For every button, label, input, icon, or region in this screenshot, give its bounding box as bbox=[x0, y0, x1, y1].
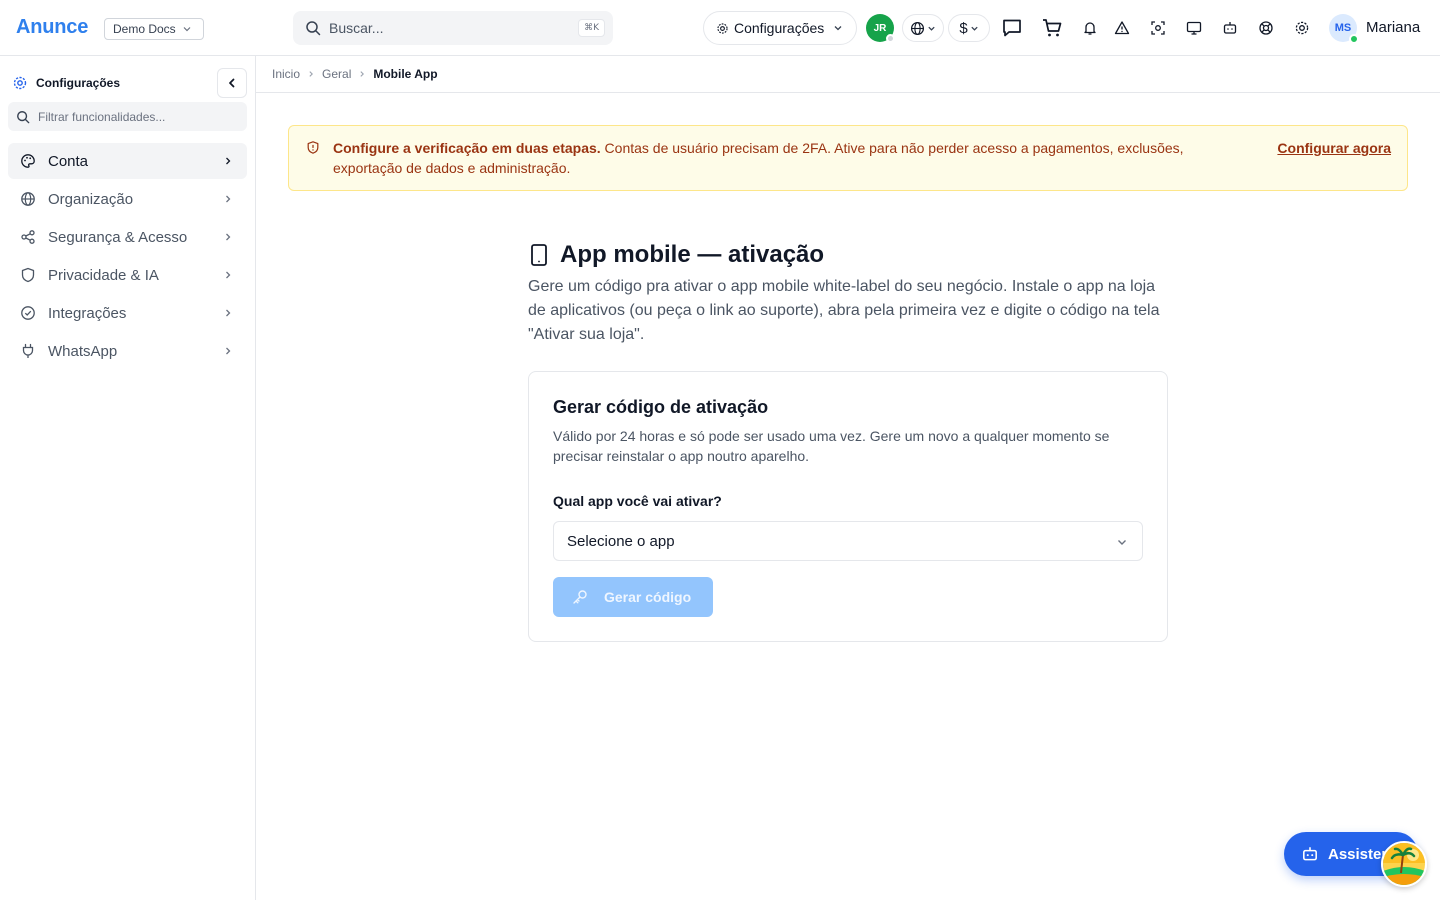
chevron-right-icon bbox=[307, 70, 315, 78]
top-header: Anunce Demo Docs ⌘K Configurações JR $ bbox=[0, 0, 1440, 56]
settings-nav: Conta Organização Segurança & Acesso Pri… bbox=[8, 143, 247, 371]
gear-icon bbox=[13, 76, 27, 90]
page-heading: App mobile — ativação Gere um código pra… bbox=[528, 240, 1168, 347]
monitor-icon[interactable] bbox=[1182, 16, 1206, 40]
chevron-down-icon bbox=[183, 27, 191, 32]
share-icon bbox=[20, 229, 36, 245]
shield-icon bbox=[20, 267, 36, 283]
app-select-value: Selecione o app bbox=[567, 532, 675, 550]
sidebar-header: Configurações bbox=[12, 75, 120, 91]
palette-icon bbox=[20, 153, 36, 169]
generate-code-button[interactable]: Gerar código bbox=[553, 577, 713, 617]
app-select[interactable]: Selecione o app bbox=[553, 521, 1143, 561]
organization-initials: JR bbox=[873, 22, 887, 34]
user-name[interactable]: Mariana bbox=[1366, 19, 1420, 36]
page-title: App mobile — ativação bbox=[560, 241, 825, 268]
bot-icon bbox=[1303, 847, 1317, 861]
user-initials: MS bbox=[1334, 22, 1352, 34]
configure-now-link[interactable]: Configurar agora bbox=[1277, 138, 1391, 158]
sidebar-item-label: Segurança & Acesso bbox=[48, 228, 188, 246]
organization-avatar[interactable]: JR bbox=[866, 14, 895, 43]
sidebar-item-whatsapp[interactable]: WhatsApp bbox=[8, 333, 247, 369]
status-dot bbox=[886, 34, 895, 43]
search-shortcut: ⌘K bbox=[578, 19, 605, 37]
online-status-dot bbox=[1349, 34, 1359, 44]
bell-icon[interactable] bbox=[1078, 16, 1102, 40]
settings-menu-button[interactable]: Configurações bbox=[703, 11, 857, 45]
alert-text: Configure a verificação em duas etapas. … bbox=[333, 138, 1243, 178]
gear-icon bbox=[717, 22, 728, 34]
workspace-name: Demo Docs bbox=[113, 22, 176, 36]
sidebar-item-integracoes[interactable]: Integrações bbox=[8, 295, 247, 331]
chevron-right-icon bbox=[226, 347, 231, 355]
card-description: Válido por 24 horas e só pode ser usado … bbox=[553, 428, 1110, 464]
check-circle-icon bbox=[20, 305, 36, 321]
language-selector[interactable] bbox=[902, 14, 944, 42]
globe-icon bbox=[910, 21, 925, 35]
chevron-down-icon bbox=[971, 26, 978, 31]
settings-menu-label: Configurações bbox=[734, 20, 825, 36]
app-select-label: Qual app você vai ativar? bbox=[553, 493, 722, 509]
shield-alert-icon bbox=[306, 140, 320, 160]
generate-code-label: Gerar código bbox=[604, 589, 692, 605]
chevron-right-icon bbox=[358, 70, 366, 78]
smartphone-icon bbox=[531, 244, 547, 266]
warning-icon[interactable] bbox=[1110, 16, 1134, 40]
sidebar-item-seguranca[interactable]: Segurança & Acesso bbox=[8, 219, 247, 255]
user-avatar[interactable]: MS bbox=[1329, 14, 1359, 44]
breadcrumb-link-inicio[interactable]: Inicio bbox=[272, 67, 300, 81]
search-input[interactable] bbox=[329, 20, 559, 36]
alert-title: Configure a verificação em duas etapas. bbox=[333, 140, 601, 156]
breadcrumb-current: Mobile App bbox=[373, 67, 438, 81]
chevron-right-icon bbox=[226, 271, 231, 279]
sidebar-item-label: Organização bbox=[48, 190, 134, 208]
breadcrumb: Inicio Geral Mobile App bbox=[256, 56, 1440, 93]
breadcrumb-link-geral[interactable]: Geral bbox=[322, 67, 351, 81]
currency-symbol: $ bbox=[959, 19, 968, 37]
sidebar-item-label: Privacidade & IA bbox=[48, 266, 159, 284]
activation-code-card: Gerar código de ativação Válido por 24 h… bbox=[528, 371, 1168, 642]
globe-icon bbox=[20, 191, 36, 207]
sidebar-item-label: Integrações bbox=[48, 304, 127, 322]
chevron-right-icon bbox=[226, 233, 231, 241]
brand-logo[interactable]: Anunce bbox=[16, 16, 88, 39]
chevron-down-icon bbox=[1118, 540, 1126, 545]
page-description: Gere um código pra ativar o app mobile w… bbox=[528, 278, 1160, 343]
chevron-left-icon bbox=[229, 78, 235, 88]
sidebar-item-privacidade[interactable]: Privacidade & IA bbox=[8, 257, 247, 293]
help-lifebuoy-icon[interactable] bbox=[1254, 16, 1278, 40]
bot-icon[interactable] bbox=[1218, 16, 1242, 40]
settings-sidebar: Configurações Conta Organização Seguranç bbox=[0, 56, 256, 900]
cart-icon[interactable] bbox=[1040, 16, 1064, 40]
search-icon bbox=[17, 110, 30, 123]
sidebar-filter[interactable] bbox=[8, 102, 247, 131]
key-icon bbox=[573, 590, 587, 604]
currency-selector[interactable]: $ bbox=[948, 14, 990, 42]
scan-icon[interactable] bbox=[1146, 16, 1170, 40]
chevron-right-icon bbox=[226, 309, 231, 317]
search-icon bbox=[305, 20, 321, 36]
chevron-right-icon bbox=[226, 157, 231, 165]
page-title-row: App mobile — ativação bbox=[528, 240, 1168, 270]
gear-icon[interactable] bbox=[1290, 16, 1314, 40]
workspace-switcher[interactable]: Demo Docs bbox=[104, 18, 204, 40]
card-title: Gerar código de ativação bbox=[553, 397, 769, 417]
sidebar-item-organizacao[interactable]: Organização bbox=[8, 181, 247, 217]
chevron-down-icon bbox=[928, 26, 935, 31]
sidebar-title: Configurações bbox=[36, 76, 121, 90]
assistant-mascot-avatar[interactable] bbox=[1381, 841, 1427, 887]
sidebar-item-label: WhatsApp bbox=[48, 342, 118, 360]
sidebar-item-conta[interactable]: Conta bbox=[8, 143, 247, 179]
global-search[interactable]: ⌘K bbox=[293, 11, 613, 45]
collapse-sidebar-button[interactable] bbox=[217, 68, 247, 98]
chevron-down-icon bbox=[834, 26, 842, 31]
chevron-right-icon bbox=[226, 195, 231, 203]
plug-icon bbox=[20, 343, 36, 359]
sidebar-filter-input[interactable] bbox=[38, 109, 238, 124]
two-factor-alert: Configure a verificação em duas etapas. … bbox=[288, 125, 1408, 191]
sidebar-item-label: Conta bbox=[48, 152, 89, 170]
chat-icon[interactable] bbox=[1000, 16, 1024, 40]
